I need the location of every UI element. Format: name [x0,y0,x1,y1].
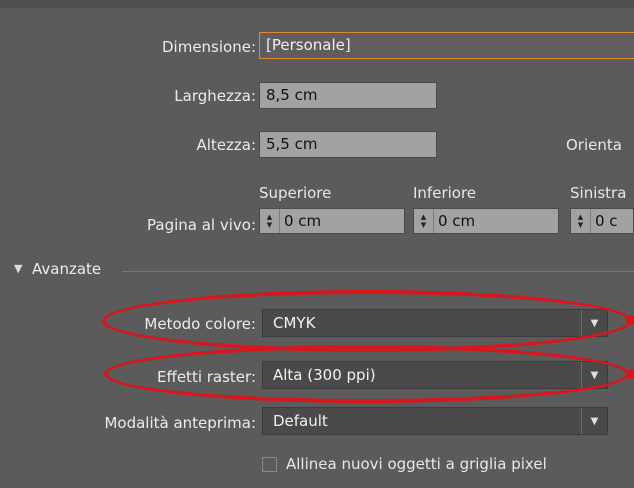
height-label: Altezza: [196,136,256,154]
up-down-arrows-icon[interactable]: ▲ ▼ [260,209,280,233]
align-pixel-grid-checkbox[interactable] [262,457,277,472]
advanced-section-header[interactable]: ▼ Avanzate [0,260,634,282]
dimension-label: Dimensione: [161,38,256,56]
panel-top-strip [0,0,634,8]
bleed-top-label: Superiore [259,184,332,202]
bleed-left-stepper[interactable]: ▲ ▼ 0 c [570,208,634,234]
bleed-top-value: 0 cm [284,212,322,230]
dimension-select[interactable]: [Personale] [259,32,634,59]
color-mode-label: Metodo colore: [144,315,256,333]
color-mode-value: CMYK [273,314,316,332]
bleed-bottom-value: 0 cm [438,212,476,230]
triangle-down-icon[interactable]: ▼ [581,408,607,434]
bleed-bottom-label: Inferiore [413,184,477,202]
triangle-down-icon[interactable]: ▼ [581,310,607,336]
raster-effects-label: Effetti raster: [157,368,256,386]
align-pixel-grid-label[interactable]: Allinea nuovi oggetti a griglia pixel [286,455,547,473]
preview-mode-label: Modalità anteprima: [104,414,256,432]
raster-effects-select[interactable]: Alta (300 ppi) ▼ [262,361,608,389]
triangle-down-icon[interactable]: ▼ [581,362,607,388]
raster-effects-value: Alta (300 ppi) [273,366,376,384]
color-mode-select[interactable]: CMYK ▼ [262,309,608,337]
bleed-left-value: 0 c [595,212,618,230]
triangle-down-icon[interactable]: ▼ [14,262,22,275]
height-input[interactable]: 5,5 cm [259,131,437,158]
up-down-arrows-icon[interactable]: ▲ ▼ [571,209,591,233]
up-down-arrows-icon[interactable]: ▲ ▼ [414,209,434,233]
bleed-label: Pagina al vivo: [147,216,256,234]
width-label: Larghezza: [174,87,256,105]
highlight-marker [626,369,634,379]
section-divider [122,271,634,272]
bleed-top-stepper[interactable]: ▲ ▼ 0 cm [259,208,405,234]
orientation-label: Orienta [566,136,622,154]
advanced-section-title: Avanzate [32,260,102,278]
bleed-left-label: Sinistra [570,184,627,202]
highlight-marker [626,315,634,325]
bleed-bottom-stepper[interactable]: ▲ ▼ 0 cm [413,208,559,234]
width-input[interactable]: 8,5 cm [259,82,437,109]
preview-mode-value: Default [273,412,328,430]
preview-mode-select[interactable]: Default ▼ [262,407,608,435]
